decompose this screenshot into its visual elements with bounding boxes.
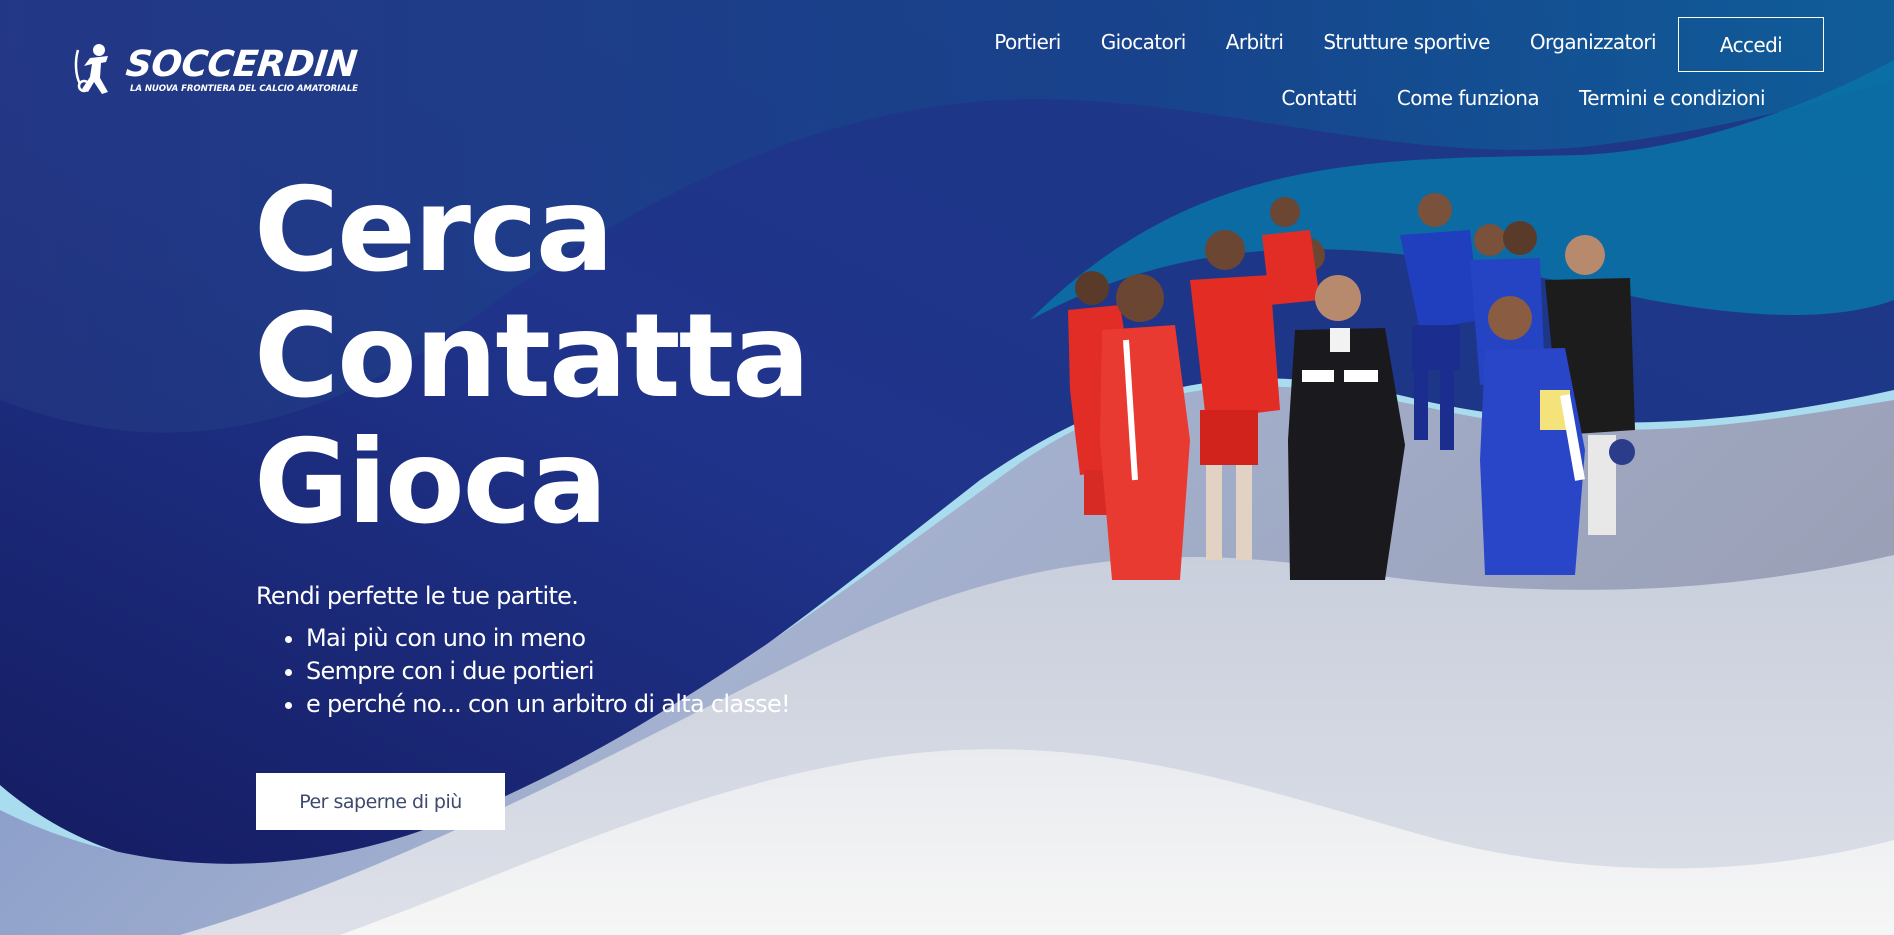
brand-tagline: LA NUOVA FRONTIERA DEL CALCIO AMATORIALE bbox=[130, 84, 358, 94]
primary-nav: Portieri Giocatori Arbitri Strutture spo… bbox=[994, 30, 1656, 54]
nav-item-portieri[interactable]: Portieri bbox=[994, 30, 1061, 54]
nav-item-giocatori[interactable]: Giocatori bbox=[1101, 30, 1187, 54]
soccer-player-icon bbox=[74, 44, 108, 94]
login-button[interactable]: Accedi bbox=[1678, 17, 1824, 72]
nav-item-termini-e-condizioni[interactable]: Termini e condizioni bbox=[1579, 86, 1766, 110]
player-figure-red bbox=[1262, 197, 1325, 305]
player-figure-blue bbox=[1400, 193, 1480, 450]
nav-item-strutture-sportive[interactable]: Strutture sportive bbox=[1323, 30, 1490, 54]
nav-item-arbitri[interactable]: Arbitri bbox=[1226, 30, 1284, 54]
hero-title-line: Gioca bbox=[254, 415, 608, 550]
nav-item-come-funziona[interactable]: Come funziona bbox=[1397, 86, 1540, 110]
site-logo[interactable]: SOCCERDIN LA NUOVA FRONTIERA DEL CALCIO … bbox=[72, 40, 359, 100]
hero-title-line: Cerca bbox=[254, 163, 614, 298]
nav-item-organizzatori[interactable]: Organizzatori bbox=[1530, 30, 1657, 54]
nav-item-contatti[interactable]: Contatti bbox=[1281, 86, 1357, 110]
list-item: e perché no... con un arbitro di alta cl… bbox=[306, 688, 791, 721]
hero-bullet-list: Mai più con uno in meno Sempre con i due… bbox=[256, 622, 791, 721]
referee-figure bbox=[1288, 275, 1405, 580]
hero-intro: Rendi perfette le tue partite. bbox=[256, 582, 579, 610]
hero-title: Cerca Contatta Gioca bbox=[254, 163, 810, 550]
list-item: Mai più con uno in meno bbox=[306, 622, 790, 655]
list-item: Sempre con i due portieri bbox=[306, 655, 790, 688]
brand-name: SOCCERDIN bbox=[123, 44, 359, 85]
players-image bbox=[1068, 193, 1635, 580]
secondary-nav: Contatti Come funziona Termini e condizi… bbox=[1281, 86, 1765, 110]
learn-more-button[interactable]: Per saperne di più bbox=[256, 773, 505, 830]
player-figure-red bbox=[1190, 230, 1280, 560]
hero-title-line: Contatta bbox=[254, 289, 810, 424]
